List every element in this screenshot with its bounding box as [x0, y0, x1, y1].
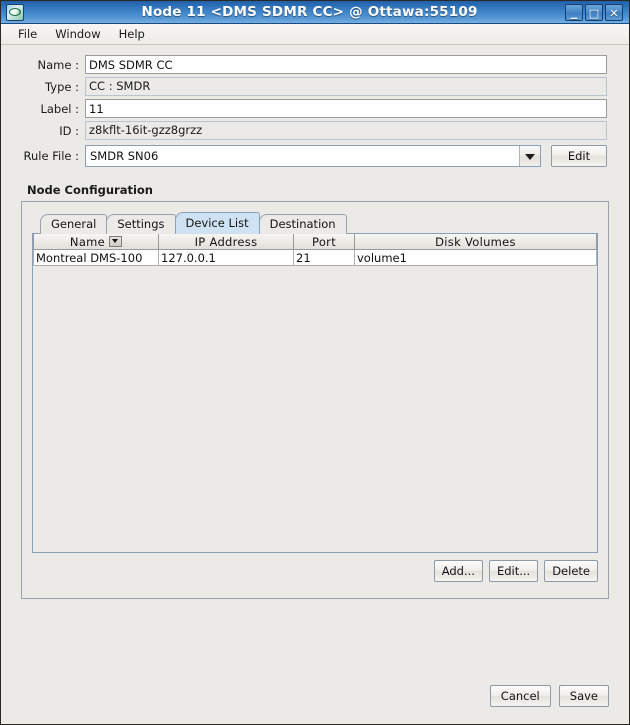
window-controls: _ □ ✕ — [565, 3, 623, 21]
name-input[interactable] — [85, 55, 607, 74]
form-row-rule-file: Rule File : SMDR SN06 Edit — [23, 145, 607, 167]
content-area: Name : Type : CC : SMDR Label : ID : z8k… — [1, 45, 629, 724]
id-value: z8kflt-16it-gzz8grzz — [85, 121, 607, 140]
edit-rule-file-button[interactable]: Edit — [551, 145, 607, 167]
table-empty-area — [33, 266, 597, 552]
node-properties-form: Name : Type : CC : SMDR Label : ID : z8k… — [1, 45, 629, 167]
app-window-icon — [6, 3, 24, 21]
type-value: CC : SMDR — [85, 77, 607, 96]
table-header-row: Name IP Address Port Disk Volumes — [33, 234, 597, 250]
device-list-actions: Add... Edit... Delete — [32, 560, 598, 582]
application-window: Node 11 <DMS SDMR CC> @ Ottawa:55109 _ □… — [0, 0, 630, 725]
title-bar: Node 11 <DMS SDMR CC> @ Ottawa:55109 _ □… — [1, 1, 629, 24]
node-configuration-box: General Settings Device List Destination — [21, 201, 609, 599]
edit-device-button[interactable]: Edit... — [488, 560, 539, 582]
node-configuration-title: Node Configuration — [27, 183, 153, 197]
minimize-icon[interactable]: _ — [565, 3, 583, 21]
rule-file-value: SMDR SN06 — [86, 146, 519, 166]
type-label: Type : — [45, 79, 79, 94]
cell-disk-volumes: volume1 — [354, 249, 597, 266]
cancel-button[interactable]: Cancel — [489, 685, 551, 707]
node-configuration-group: Node Configuration General Settings Devi… — [21, 183, 609, 599]
close-glyph: ✕ — [609, 6, 619, 20]
name-label: Name : — [37, 57, 79, 72]
label-input[interactable] — [85, 99, 607, 118]
window-title: Node 11 <DMS SDMR CC> @ Ottawa:55109 — [141, 4, 478, 20]
sort-descending-icon[interactable] — [109, 235, 123, 247]
add-device-button[interactable]: Add... — [433, 560, 483, 582]
column-header-port[interactable]: Port — [293, 234, 355, 250]
close-icon[interactable]: ✕ — [605, 3, 623, 21]
chevron-down-icon[interactable] — [519, 146, 540, 166]
cell-ip-address: 127.0.0.1 — [158, 249, 294, 266]
column-header-disk-volumes[interactable]: Disk Volumes — [354, 234, 597, 250]
tab-device-list[interactable]: Device List — [174, 212, 260, 234]
tab-strip: General Settings Device List Destination — [40, 212, 598, 234]
form-row-name: Name : — [23, 55, 607, 74]
dialog-footer: Cancel Save — [489, 685, 609, 707]
cell-name: Montreal DMS-100 — [33, 249, 159, 266]
save-button[interactable]: Save — [558, 685, 609, 707]
maximize-icon[interactable]: □ — [585, 3, 603, 21]
cell-port: 21 — [293, 249, 355, 266]
menu-bar: File Window Help — [1, 24, 629, 45]
maximize-glyph: □ — [588, 6, 600, 20]
form-row-id: ID : z8kflt-16it-gzz8grzz — [23, 121, 607, 140]
tab-destination[interactable]: Destination — [258, 214, 347, 234]
device-list-panel: Name IP Address Port Disk Volumes Montre… — [32, 233, 598, 553]
form-row-label: Label : — [23, 99, 607, 118]
menu-item-file[interactable]: File — [9, 25, 46, 43]
label-label: Label : — [40, 101, 79, 116]
rule-file-label: Rule File : — [23, 149, 79, 163]
table-row[interactable]: Montreal DMS-100 127.0.0.1 21 volume1 — [33, 249, 597, 266]
column-header-ip-address[interactable]: IP Address — [158, 234, 294, 250]
tab-general[interactable]: General — [40, 214, 108, 234]
column-header-name[interactable]: Name — [33, 234, 159, 250]
menu-item-window[interactable]: Window — [46, 25, 109, 43]
id-label: ID : — [59, 123, 79, 138]
minimize-glyph: _ — [570, 4, 578, 20]
column-header-name-label: Name — [69, 234, 106, 249]
device-table: Name IP Address Port Disk Volumes Montre… — [33, 234, 597, 266]
menu-item-help[interactable]: Help — [110, 25, 154, 43]
tab-settings[interactable]: Settings — [106, 214, 176, 234]
delete-device-button[interactable]: Delete — [544, 560, 598, 582]
rule-file-select[interactable]: SMDR SN06 — [85, 145, 541, 167]
form-row-type: Type : CC : SMDR — [23, 77, 607, 96]
